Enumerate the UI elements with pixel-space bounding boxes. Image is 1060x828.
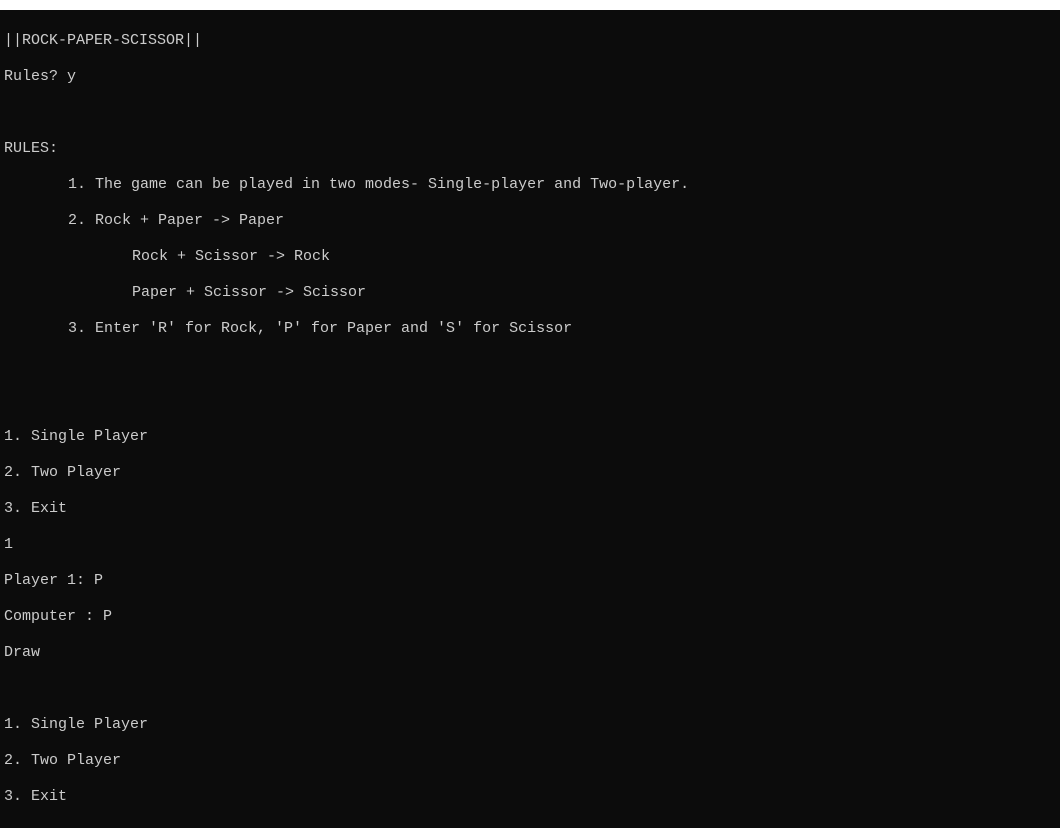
rule-2b: Paper + Scissor -> Scissor bbox=[4, 284, 1056, 302]
window-titlebar bbox=[0, 0, 1060, 10]
menu-option-1: 1. Single Player bbox=[4, 428, 1056, 446]
menu-option-3: 3. Exit bbox=[4, 500, 1056, 518]
terminal-output[interactable]: ||ROCK-PAPER-SCISSOR|| Rules? y RULES: 1… bbox=[0, 10, 1060, 828]
blank-line bbox=[4, 392, 1056, 410]
player1-move: Player 1: P bbox=[4, 572, 1056, 590]
rule-1: 1. The game can be played in two modes- … bbox=[4, 176, 1056, 194]
rule-3: 3. Enter 'R' for Rock, 'P' for Paper and… bbox=[4, 320, 1056, 338]
rule-2: 2. Rock + Paper -> Paper bbox=[4, 212, 1056, 230]
game-result: Draw bbox=[4, 644, 1056, 662]
user-choice: 1 bbox=[4, 536, 1056, 554]
game-banner: ||ROCK-PAPER-SCISSOR|| bbox=[4, 32, 1056, 50]
menu2-option-1: 1. Single Player bbox=[4, 716, 1056, 734]
rules-header: RULES: bbox=[4, 140, 1056, 158]
menu-option-2: 2. Two Player bbox=[4, 464, 1056, 482]
menu2-option-2: 2. Two Player bbox=[4, 752, 1056, 770]
blank-line bbox=[4, 356, 1056, 374]
menu2-option-3: 3. Exit bbox=[4, 788, 1056, 806]
rule-2a: Rock + Scissor -> Rock bbox=[4, 248, 1056, 266]
rules-prompt: Rules? y bbox=[4, 68, 1056, 86]
blank-line bbox=[4, 104, 1056, 122]
blank-line bbox=[4, 680, 1056, 698]
computer-move: Computer : P bbox=[4, 608, 1056, 626]
